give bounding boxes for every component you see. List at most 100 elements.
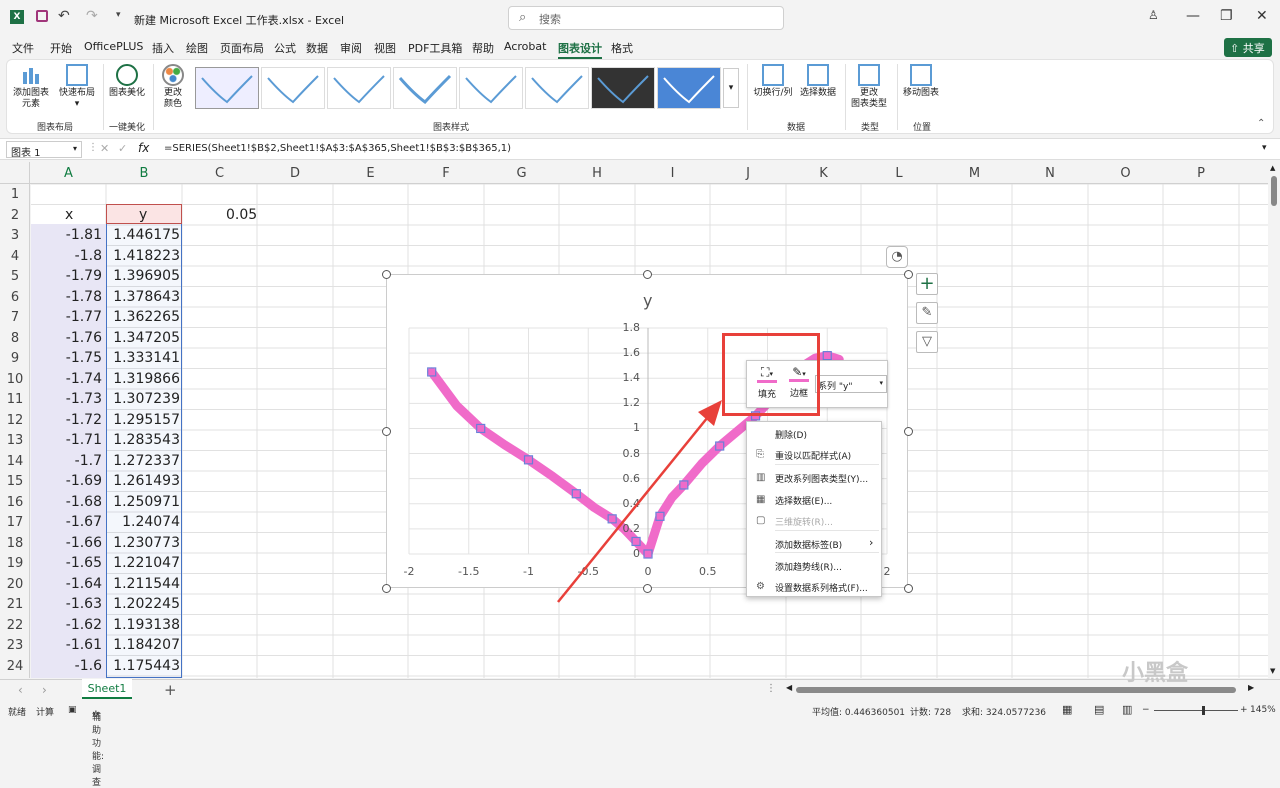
menu-1[interactable]: 开始 xyxy=(50,40,72,56)
row-header-14[interactable]: 14 xyxy=(0,454,30,469)
context-menu-item[interactable]: 选择数据(E)... xyxy=(775,494,832,507)
select-data-button[interactable]: 选择数据 xyxy=(797,64,839,99)
row-header-16[interactable]: 16 xyxy=(0,495,30,510)
column-header-H[interactable]: H xyxy=(559,166,635,181)
prev-sheet-icon[interactable]: ‹ xyxy=(18,683,23,697)
cell-B6[interactable]: 1.378643 xyxy=(104,289,180,305)
cell-A16[interactable]: -1.68 xyxy=(29,494,102,510)
quick-layout-button[interactable]: 快速布局 ▾ xyxy=(57,64,97,110)
scroll-right-icon[interactable]: ▶ xyxy=(1248,683,1254,692)
formula-text[interactable]: =SERIES(Sheet1!$B$2,Sheet1!$A$3:$A$365,S… xyxy=(164,143,511,154)
page-layout-icon[interactable]: ▤ xyxy=(1094,703,1104,716)
row-header-13[interactable]: 13 xyxy=(0,433,30,448)
cell-A9[interactable]: -1.75 xyxy=(29,350,102,366)
column-header-J[interactable]: J xyxy=(710,166,786,181)
cell-B16[interactable]: 1.250971 xyxy=(104,494,180,510)
column-header-F[interactable]: F xyxy=(408,166,484,181)
move-chart-button[interactable]: 移动图表 xyxy=(901,64,941,99)
zoom-out-icon[interactable]: − xyxy=(1142,705,1150,715)
resize-handle[interactable] xyxy=(643,270,652,279)
menu-3[interactable]: 插入 xyxy=(152,40,174,56)
column-header-L[interactable]: L xyxy=(861,166,937,181)
cell-A2[interactable]: x xyxy=(65,207,73,223)
context-menu-item[interactable]: 添加趋势线(R)... xyxy=(775,560,842,573)
resize-handle[interactable] xyxy=(904,427,913,436)
resize-handle[interactable] xyxy=(904,584,913,593)
cell-B21[interactable]: 1.202245 xyxy=(104,596,180,612)
row-header-15[interactable]: 15 xyxy=(0,474,30,489)
chart-style-8[interactable] xyxy=(657,67,721,109)
chart-filters-button[interactable]: ▽ xyxy=(916,331,938,353)
column-header-N[interactable]: N xyxy=(1012,166,1088,181)
change-chart-type-button[interactable]: 更改 图表类型 xyxy=(849,64,889,110)
column-header-I[interactable]: I xyxy=(635,166,710,181)
vertical-scrollbar[interactable]: ▲ ▼ xyxy=(1268,162,1280,679)
column-header-M[interactable]: M xyxy=(937,166,1012,181)
cell-B14[interactable]: 1.272337 xyxy=(104,453,180,469)
normal-view-icon[interactable]: ▦ xyxy=(1062,703,1072,716)
series-select-dropdown[interactable]: 系列 "y" ▾ xyxy=(815,375,887,393)
cell-A14[interactable]: -1.7 xyxy=(29,453,102,469)
chart-style-1[interactable] xyxy=(195,67,259,109)
collapse-ribbon-icon[interactable]: ⌃ xyxy=(1257,118,1265,129)
cell-B11[interactable]: 1.307239 xyxy=(104,391,180,407)
cell-B19[interactable]: 1.221047 xyxy=(104,555,180,571)
scroll-left-icon[interactable]: ◀ xyxy=(786,683,792,692)
switch-row-column-button[interactable]: 切换行/列 xyxy=(753,64,793,99)
column-header-K[interactable]: K xyxy=(786,166,861,181)
undo-icon[interactable]: ↶ xyxy=(58,8,70,24)
row-header-9[interactable]: 9 xyxy=(0,351,30,366)
context-menu-item[interactable]: 删除(D) xyxy=(775,428,807,441)
cell-A20[interactable]: -1.64 xyxy=(29,576,102,592)
customize-qat-icon[interactable]: ▾ xyxy=(116,10,121,20)
expand-formula-icon[interactable]: ▾ xyxy=(1262,143,1267,153)
menu-6[interactable]: 公式 xyxy=(274,40,296,56)
maximize-button[interactable]: ❐ xyxy=(1220,8,1233,24)
row-header-22[interactable]: 22 xyxy=(0,618,30,633)
cell-B20[interactable]: 1.211544 xyxy=(104,576,180,592)
chart-beautify-button[interactable]: 图表美化 xyxy=(107,64,147,99)
context-menu-item[interactable]: 设置数据系列格式(F)... xyxy=(775,581,868,594)
enter-icon[interactable]: ✓ xyxy=(118,142,127,155)
share-button[interactable]: ⇧ 共享 xyxy=(1224,38,1272,57)
context-menu-item[interactable]: 添加数据标签(B) xyxy=(775,538,842,551)
cell-A6[interactable]: -1.78 xyxy=(29,289,102,305)
menu-12[interactable]: Acrobat xyxy=(504,40,546,53)
cell-B8[interactable]: 1.347205 xyxy=(104,330,180,346)
macro-record-icon[interactable]: ▣ xyxy=(68,705,77,715)
chart-style-2[interactable] xyxy=(261,67,325,109)
row-header-8[interactable]: 8 xyxy=(0,331,30,346)
cell-B2[interactable]: y xyxy=(139,207,147,223)
row-header-2[interactable]: 2 xyxy=(0,208,30,223)
cell-A18[interactable]: -1.66 xyxy=(29,535,102,551)
resize-handle[interactable] xyxy=(382,270,391,279)
cell-B18[interactable]: 1.230773 xyxy=(104,535,180,551)
row-header-17[interactable]: 17 xyxy=(0,515,30,530)
row-header-4[interactable]: 4 xyxy=(0,249,30,264)
zoom-in-icon[interactable]: + xyxy=(1240,705,1248,715)
row-header-6[interactable]: 6 xyxy=(0,290,30,305)
cell-B5[interactable]: 1.396905 xyxy=(104,268,180,284)
account-icon[interactable]: ♙ xyxy=(1148,8,1159,22)
cell-B10[interactable]: 1.319866 xyxy=(104,371,180,387)
chart-style-7[interactable] xyxy=(591,67,655,109)
cell-B23[interactable]: 1.184207 xyxy=(104,637,180,653)
cell-A24[interactable]: -1.6 xyxy=(29,658,102,674)
cell-A11[interactable]: -1.73 xyxy=(29,391,102,407)
row-header-1[interactable]: 1 xyxy=(0,187,30,202)
cell-A23[interactable]: -1.61 xyxy=(29,637,102,653)
cell-A4[interactable]: -1.8 xyxy=(29,248,102,264)
column-header-P[interactable]: P xyxy=(1163,166,1239,181)
cancel-icon[interactable]: ✕ xyxy=(100,142,109,155)
save-icon[interactable] xyxy=(36,10,48,22)
menu-2[interactable]: OfficePLUS xyxy=(84,40,143,53)
chart-style-3[interactable] xyxy=(327,67,391,109)
column-header-B[interactable]: B xyxy=(106,166,182,181)
menu-10[interactable]: PDF工具箱 xyxy=(408,40,462,56)
column-header-E[interactable]: E xyxy=(333,166,408,181)
status-calc[interactable]: 计算 xyxy=(36,705,54,718)
row-header-10[interactable]: 10 xyxy=(0,372,30,387)
row-header-24[interactable]: 24 xyxy=(0,659,30,674)
quick-analysis-icon[interactable]: ◔ xyxy=(886,246,908,268)
row-header-19[interactable]: 19 xyxy=(0,556,30,571)
